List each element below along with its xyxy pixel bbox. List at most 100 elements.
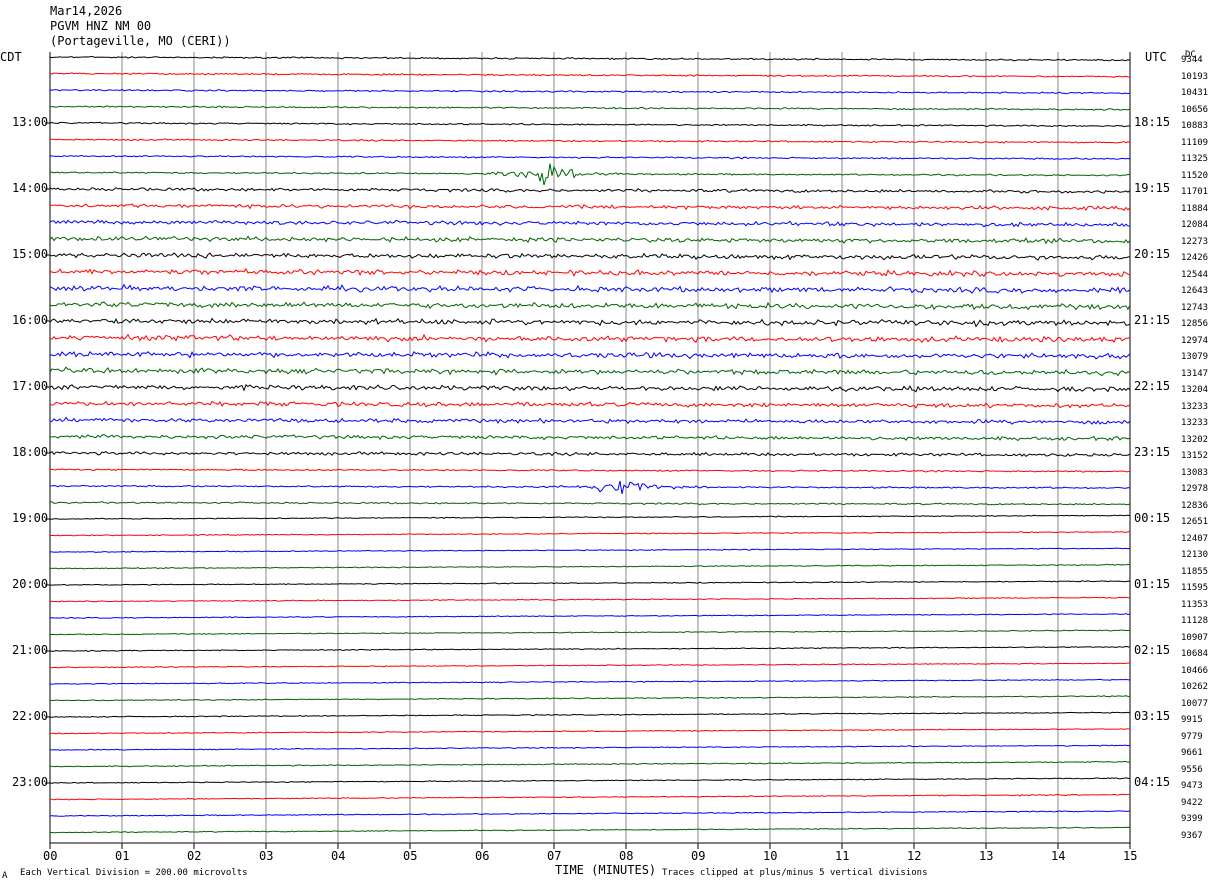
seismic-trace — [49, 629, 1130, 636]
dc-offset-label: 9344 — [1181, 55, 1203, 65]
seismic-trace — [49, 88, 1131, 95]
utc-hour-label: 22:15 — [1134, 379, 1171, 393]
dc-offset-label: 13233 — [1181, 418, 1209, 428]
x-tick-label: 11 — [835, 849, 850, 863]
dc-offset-label: 9779 — [1181, 731, 1203, 742]
dc-offset-label: 12978 — [1181, 484, 1209, 494]
dc-offset-label: 9422 — [1181, 797, 1203, 808]
cdt-hour-label: 20:00 — [12, 577, 49, 591]
dc-offset-label: 12084 — [1181, 220, 1209, 230]
dc-offset-label: 12273 — [1181, 236, 1209, 247]
dc-offset-label: 9399 — [1181, 814, 1203, 824]
seismic-trace — [49, 810, 1131, 817]
x-tick-label: 01 — [115, 849, 130, 863]
cdt-hour-label: 14:00 — [12, 181, 49, 195]
dc-offset-label: 12651 — [1181, 517, 1209, 527]
seismic-trace — [49, 384, 1131, 393]
utc-hour-label: 02:15 — [1134, 643, 1171, 657]
cdt-hour-label: 18:00 — [12, 445, 49, 459]
seismic-trace — [49, 777, 1131, 784]
dc-offset-label: 12130 — [1181, 550, 1209, 560]
utc-hour-label: 00:15 — [1134, 511, 1171, 525]
x-tick-label: 08 — [619, 849, 634, 863]
dc-offset-label: 12856 — [1181, 319, 1209, 329]
seismic-trace — [50, 547, 1131, 554]
dc-offset-label: 11595 — [1181, 583, 1209, 593]
dc-offset-label: 12836 — [1181, 500, 1209, 511]
x-tick-label: 05 — [403, 849, 418, 863]
seismic-trace — [49, 468, 1131, 473]
dc-offset-label: 12426 — [1181, 253, 1209, 263]
dc-offset-label: 9473 — [1181, 781, 1203, 791]
seismic-trace — [49, 267, 1131, 278]
seismic-trace — [49, 400, 1131, 409]
seismic-trace — [49, 760, 1131, 768]
dc-offset-label: 12974 — [1181, 335, 1209, 346]
dc-offset-label: 9556 — [1181, 764, 1203, 775]
seismic-trace — [49, 203, 1131, 212]
seismic-trace — [49, 514, 1131, 520]
seismic-trace — [50, 744, 1131, 751]
seismic-trace — [49, 711, 1131, 718]
utc-hour-label: 20:15 — [1134, 247, 1171, 261]
dc-offset-label: 13083 — [1181, 467, 1209, 478]
x-tick-label: 09 — [691, 849, 706, 863]
seismic-trace — [49, 563, 1131, 570]
dc-offset-label: 12544 — [1181, 269, 1209, 280]
dc-offset-label: 10656 — [1181, 104, 1209, 115]
seismic-trace — [49, 252, 1131, 261]
seismic-trace — [49, 72, 1131, 78]
seismic-trace — [49, 154, 1131, 160]
seismic-trace — [49, 662, 1131, 669]
dc-offset-label: 13233 — [1181, 401, 1209, 412]
dc-offset-label: 10907 — [1181, 632, 1209, 643]
seismic-trace — [49, 501, 1131, 506]
x-tick-label: 15 — [1123, 849, 1138, 863]
helicorder-plot — [45, 52, 1131, 849]
dc-offset-label: 10193 — [1181, 71, 1209, 82]
dc-offset-label: 9661 — [1181, 748, 1203, 758]
utc-hour-label: 18:15 — [1134, 115, 1171, 129]
dc-offset-label: 13202 — [1181, 434, 1209, 445]
utc-hour-label: 04:15 — [1134, 775, 1171, 789]
seismic-trace — [49, 645, 1131, 653]
seismic-trace — [49, 105, 1131, 111]
dc-offset-label: 11128 — [1181, 616, 1209, 626]
seismic-trace — [49, 235, 1131, 245]
utc-hour-label: 19:15 — [1134, 181, 1171, 195]
x-tick-label: 06 — [475, 849, 490, 863]
dc-offset-label: 9367 — [1181, 830, 1203, 841]
dc-offset-label: 10431 — [1181, 88, 1209, 98]
seismic-trace — [49, 596, 1131, 603]
cdt-hour-label: 16:00 — [12, 313, 49, 327]
dc-offset-label: 12743 — [1181, 302, 1209, 313]
dc-offset-label: 11701 — [1181, 187, 1209, 197]
x-tick-label: 10 — [763, 849, 778, 863]
seismic-trace — [49, 317, 1131, 328]
x-tick-label: 03 — [259, 849, 274, 863]
seismic-trace — [49, 187, 1131, 194]
seismic-trace — [49, 55, 1131, 62]
seismic-trace — [49, 793, 1131, 801]
seismic-trace — [49, 219, 1131, 228]
dc-offset-label: 12407 — [1181, 533, 1209, 544]
seismic-trace — [49, 678, 1131, 685]
dc-offset-label: 10262 — [1181, 682, 1209, 692]
dc-offset-label: 10684 — [1181, 649, 1209, 659]
seismic-trace — [49, 138, 1131, 144]
dc-offset-label: 12643 — [1181, 286, 1209, 296]
seismic-trace — [49, 613, 1131, 619]
seismic-trace — [50, 826, 1131, 834]
dc-offset-label: 10466 — [1181, 665, 1209, 676]
corner-mark: A — [2, 871, 8, 881]
seismic-trace — [49, 416, 1131, 425]
seismic-trace — [49, 695, 1131, 702]
clip-note: Traces clipped at plus/minus 5 vertical … — [662, 868, 928, 878]
seismic-traces — [49, 55, 1131, 834]
x-tick-label: 14 — [1051, 849, 1066, 863]
dc-offset-label: 10077 — [1181, 698, 1209, 709]
scale-note: Each Vertical Division = 200.00 microvol… — [20, 868, 248, 878]
seismic-trace — [49, 531, 1131, 537]
seismic-trace — [49, 283, 1131, 295]
seismic-trace — [49, 728, 1131, 735]
